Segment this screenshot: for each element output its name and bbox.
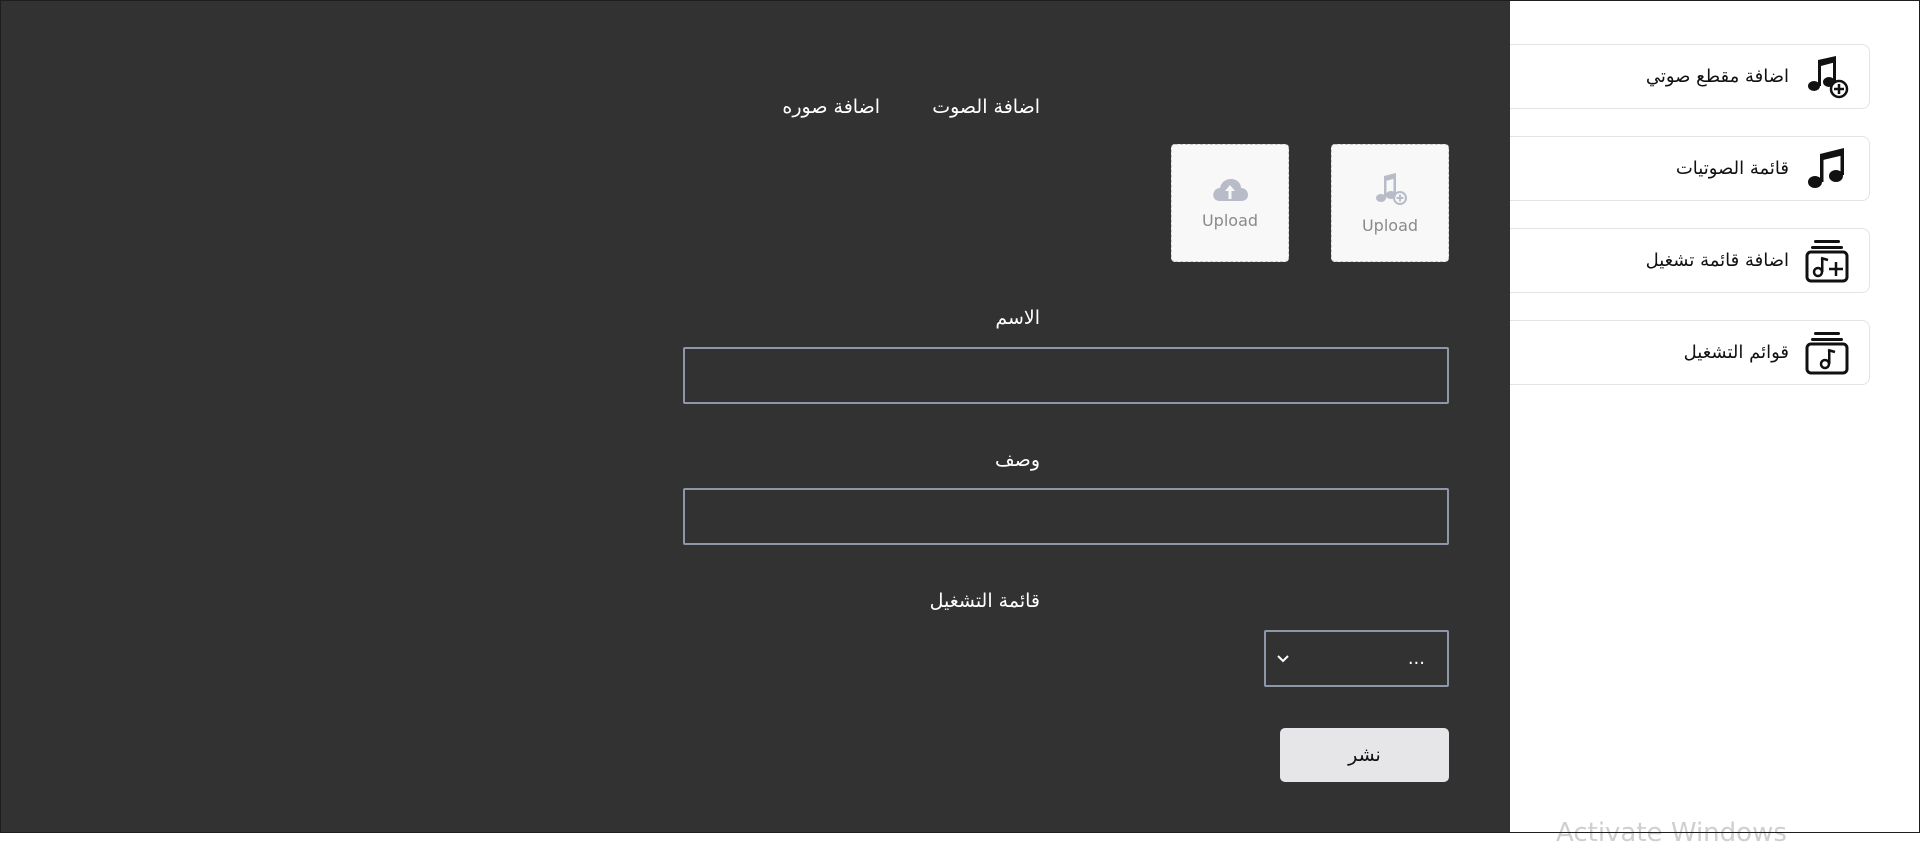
playlist-select[interactable]: ... <box>1264 630 1449 687</box>
image-upload-text: Upload <box>1201 210 1259 230</box>
cloud-upload-icon <box>1211 177 1249 207</box>
add-audio-label: اضافة الصوت <box>932 96 1040 118</box>
main-panel: اضافة الصوت اضافة صوره Upload Upload الا… <box>0 0 1510 833</box>
sidebar-item-add-audio[interactable]: اضافة مقطع صوتي <box>1510 44 1870 109</box>
image-upload-button[interactable]: Upload <box>1171 144 1289 262</box>
sidebar-item-label: قوائم التشغيل <box>1683 342 1789 363</box>
music-notes-icon <box>1803 145 1851 193</box>
sidebar-item-label: اضافة قائمة تشغيل <box>1645 250 1789 271</box>
playlist-icon <box>1803 329 1851 377</box>
description-input[interactable] <box>683 488 1449 545</box>
description-label: وصف <box>995 449 1040 471</box>
chevron-down-icon <box>1276 649 1290 668</box>
playlist-label: قائمة التشغيل <box>929 590 1040 612</box>
sidebar-item-label: اضافة مقطع صوتي <box>1645 66 1789 87</box>
music-note-add-icon <box>1803 53 1851 101</box>
sidebar-item-label: قائمة الصوتيات <box>1675 158 1789 179</box>
name-input[interactable] <box>683 347 1449 404</box>
music-note-add-icon <box>1370 172 1410 212</box>
playlist-add-icon <box>1803 237 1851 285</box>
sidebar-item-playlists[interactable]: قوائم التشغيل <box>1510 320 1870 385</box>
audio-upload-text: Upload <box>1361 215 1419 235</box>
activate-windows-watermark: Activate Windows <box>1556 818 1787 848</box>
playlist-selected-value: ... <box>1407 648 1425 669</box>
add-image-label: اضافة صوره <box>782 96 880 118</box>
sidebar-item-add-playlist[interactable]: اضافة قائمة تشغيل <box>1510 228 1870 293</box>
publish-button[interactable]: نشر <box>1280 728 1449 782</box>
sidebar-item-audio-list[interactable]: قائمة الصوتيات <box>1510 136 1870 201</box>
name-label: الاسم <box>995 307 1040 329</box>
audio-upload-button[interactable]: Upload <box>1331 144 1449 262</box>
sidebar <box>1510 0 1920 833</box>
